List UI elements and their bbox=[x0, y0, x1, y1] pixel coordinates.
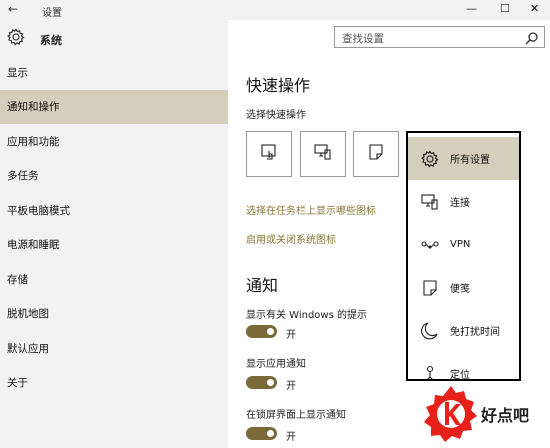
toggle-state-tips: 开 bbox=[286, 330, 296, 341]
sidebar-item-label: 通知和操作 bbox=[7, 101, 60, 114]
sidebar-item-multitasking[interactable]: 多任务 bbox=[0, 159, 228, 194]
dropdown-item-label: 所有设置 bbox=[450, 155, 490, 166]
section-title: 系统 bbox=[40, 34, 62, 47]
sidebar-item-label: 脱机地图 bbox=[7, 308, 49, 321]
back-button[interactable]: ← bbox=[8, 2, 18, 16]
notifications-heading: 通知 bbox=[246, 276, 279, 295]
gear-icon bbox=[6, 27, 26, 51]
quick-action-tile-connect[interactable] bbox=[300, 131, 346, 177]
connect-icon bbox=[418, 190, 442, 214]
window-title: 设置 bbox=[42, 8, 62, 19]
link-system-icons[interactable]: 启用或关闭系统图标 bbox=[246, 231, 336, 246]
sidebar-nav: 显示 通知和操作 应用和功能 多任务 平板电脑模式 电源和睡眠 存储 脱机地图 … bbox=[0, 55, 228, 400]
title-bar: ← 设置 — ☐ ✕ bbox=[0, 0, 550, 20]
sidebar-item-label: 多任务 bbox=[7, 170, 39, 183]
quick-actions-heading: 快速操作 bbox=[246, 76, 311, 95]
sidebar-item-default-apps[interactable]: 默认应用 bbox=[0, 331, 228, 366]
toggle-app-notifications[interactable] bbox=[246, 376, 277, 389]
dropdown-item-vpn[interactable]: VPN bbox=[408, 223, 519, 266]
dropdown-item-label: 连接 bbox=[450, 198, 470, 209]
location-icon bbox=[418, 362, 442, 379]
sidebar-item-offline-maps[interactable]: 脱机地图 bbox=[0, 297, 228, 332]
tablet-mode-icon bbox=[259, 142, 279, 166]
toggle-knob bbox=[267, 430, 274, 437]
option-label-lock-screen: 在锁屏界面上显示通知 bbox=[246, 410, 346, 421]
gear-icon bbox=[418, 147, 442, 171]
quick-action-dropdown: 所有设置 连接 VPN 便笺 免打扰时间 定位 bbox=[406, 131, 521, 381]
note-icon bbox=[366, 142, 386, 166]
sidebar-item-display[interactable]: 显示 bbox=[0, 55, 228, 90]
sidebar-item-about[interactable]: 关于 bbox=[0, 366, 228, 401]
maximize-button[interactable]: ☐ bbox=[500, 2, 510, 15]
toggle-tips[interactable] bbox=[246, 325, 277, 338]
sidebar-item-label: 应用和功能 bbox=[7, 135, 60, 148]
moon-icon bbox=[418, 319, 442, 343]
search-icon bbox=[525, 30, 539, 49]
dropdown-item-label: 便笺 bbox=[450, 284, 470, 295]
search-placeholder: 查找设置 bbox=[342, 33, 384, 45]
watermark: 好点吧 bbox=[421, 380, 550, 448]
sidebar-item-tablet-mode[interactable]: 平板电脑模式 bbox=[0, 193, 228, 228]
note-icon bbox=[418, 276, 442, 300]
dropdown-item-location[interactable]: 定位 bbox=[408, 352, 519, 381]
sidebar-item-storage[interactable]: 存储 bbox=[0, 262, 228, 297]
dropdown-item-note[interactable]: 便笺 bbox=[408, 266, 519, 309]
toggle-knob bbox=[267, 379, 274, 386]
sidebar-item-apps[interactable]: 应用和功能 bbox=[0, 124, 228, 159]
toggle-knob bbox=[267, 328, 274, 335]
quick-actions-subtitle: 选择快速操作 bbox=[246, 110, 306, 121]
vpn-icon bbox=[418, 233, 442, 257]
dropdown-item-quiet-hours[interactable]: 免打扰时间 bbox=[408, 309, 519, 352]
sidebar-item-label: 存储 bbox=[7, 273, 28, 286]
sidebar-item-label: 电源和睡眠 bbox=[7, 239, 60, 252]
option-label-app-notifications: 显示应用通知 bbox=[246, 359, 306, 370]
sidebar-item-label: 关于 bbox=[7, 377, 28, 390]
option-label-tips: 显示有关 Windows 的提示 bbox=[246, 310, 367, 321]
watermark-logo-icon bbox=[423, 384, 479, 448]
link-taskbar-icons[interactable]: 选择在任务栏上显示哪些图标 bbox=[246, 202, 376, 217]
sidebar: 系统 显示 通知和操作 应用和功能 多任务 平板电脑模式 电源和睡眠 存储 脱机… bbox=[0, 20, 228, 448]
dropdown-item-label: VPN bbox=[450, 239, 471, 250]
search-input[interactable]: 查找设置 bbox=[334, 26, 545, 48]
sidebar-header: 系统 bbox=[0, 20, 228, 60]
connect-icon bbox=[313, 142, 333, 166]
dropdown-item-label: 定位 bbox=[450, 370, 470, 381]
sidebar-item-label: 平板电脑模式 bbox=[7, 204, 70, 217]
sidebar-item-notifications[interactable]: 通知和操作 bbox=[0, 89, 228, 124]
toggle-state-lock-screen: 开 bbox=[286, 432, 296, 443]
quick-action-tile-tablet-mode[interactable] bbox=[246, 131, 292, 177]
dropdown-item-label: 免打扰时间 bbox=[450, 327, 500, 338]
toggle-lock-screen[interactable] bbox=[246, 427, 277, 440]
quick-action-tile-note[interactable] bbox=[353, 131, 399, 177]
minimize-button[interactable]: — bbox=[466, 2, 477, 15]
sidebar-item-label: 显示 bbox=[7, 66, 28, 79]
watermark-text: 好点吧 bbox=[481, 406, 530, 425]
sidebar-item-label: 默认应用 bbox=[7, 342, 49, 355]
dropdown-item-connect[interactable]: 连接 bbox=[408, 180, 519, 223]
sidebar-item-power[interactable]: 电源和睡眠 bbox=[0, 228, 228, 263]
close-button[interactable]: ✕ bbox=[530, 2, 539, 15]
toggle-state-app-notifications: 开 bbox=[286, 381, 296, 392]
dropdown-item-all-settings[interactable]: 所有设置 bbox=[408, 137, 519, 180]
